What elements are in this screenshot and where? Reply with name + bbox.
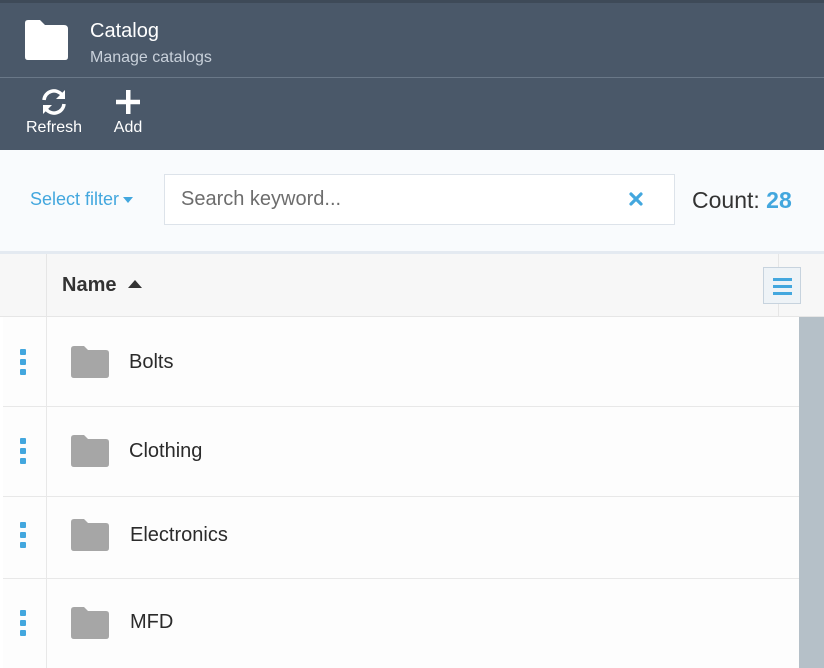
row-actions-icon[interactable] bbox=[20, 349, 28, 375]
table-row[interactable]: Electronics bbox=[3, 497, 799, 579]
table-row[interactable]: MFD bbox=[3, 579, 799, 668]
row-name: MFD bbox=[130, 611, 174, 633]
count-value: 28 bbox=[766, 187, 792, 213]
grid-header: Name bbox=[0, 254, 824, 317]
plus-icon bbox=[116, 90, 140, 114]
row-name: Bolts bbox=[129, 351, 174, 373]
name-column-label: Name bbox=[62, 274, 117, 296]
row-divider bbox=[46, 317, 47, 406]
search-box bbox=[164, 174, 675, 225]
vertical-scrollbar[interactable] bbox=[799, 317, 824, 668]
page-title: Catalog bbox=[90, 20, 159, 42]
search-input[interactable] bbox=[165, 175, 615, 224]
name-column-header[interactable]: Name bbox=[62, 274, 143, 297]
row-name: Electronics bbox=[130, 524, 228, 546]
blade-header: Catalog Manage catalogs bbox=[0, 0, 824, 78]
clear-search-icon[interactable] bbox=[628, 191, 644, 207]
filter-bar: Select filter Count: 28 bbox=[0, 150, 824, 254]
row-name: Clothing bbox=[129, 440, 203, 462]
add-label: Add bbox=[113, 119, 143, 136]
column-chooser-button[interactable] bbox=[763, 267, 801, 304]
refresh-button[interactable]: Refresh bbox=[20, 88, 88, 142]
select-filter-label: Select filter bbox=[30, 189, 120, 209]
row-divider bbox=[46, 407, 47, 496]
folder-icon bbox=[25, 20, 68, 60]
row-actions-icon[interactable] bbox=[20, 610, 28, 636]
caret-down-icon bbox=[123, 197, 134, 204]
toolbar: Refresh Add bbox=[0, 78, 824, 150]
folder-icon bbox=[71, 519, 109, 551]
sort-ascending-icon bbox=[128, 279, 143, 288]
count-display: Count: 28 bbox=[692, 187, 792, 214]
grid-body: Bolts Clothing Electronics MFD bbox=[0, 317, 799, 668]
row-actions-icon[interactable] bbox=[20, 438, 28, 464]
folder-icon bbox=[71, 346, 109, 378]
count-label: Count: bbox=[692, 187, 760, 213]
row-divider bbox=[46, 579, 47, 668]
table-row[interactable]: Clothing bbox=[3, 407, 799, 497]
page-subtitle: Manage catalogs bbox=[90, 49, 212, 66]
folder-icon bbox=[71, 435, 109, 467]
table-row[interactable]: Bolts bbox=[3, 317, 799, 407]
refresh-icon bbox=[42, 89, 66, 115]
folder-icon bbox=[71, 607, 109, 639]
row-divider bbox=[46, 497, 47, 578]
row-actions-icon[interactable] bbox=[20, 522, 28, 548]
refresh-label: Refresh bbox=[25, 119, 83, 136]
add-button[interactable]: Add bbox=[104, 88, 152, 142]
select-filter-dropdown[interactable]: Select filter bbox=[30, 189, 134, 210]
column-divider bbox=[46, 254, 47, 317]
